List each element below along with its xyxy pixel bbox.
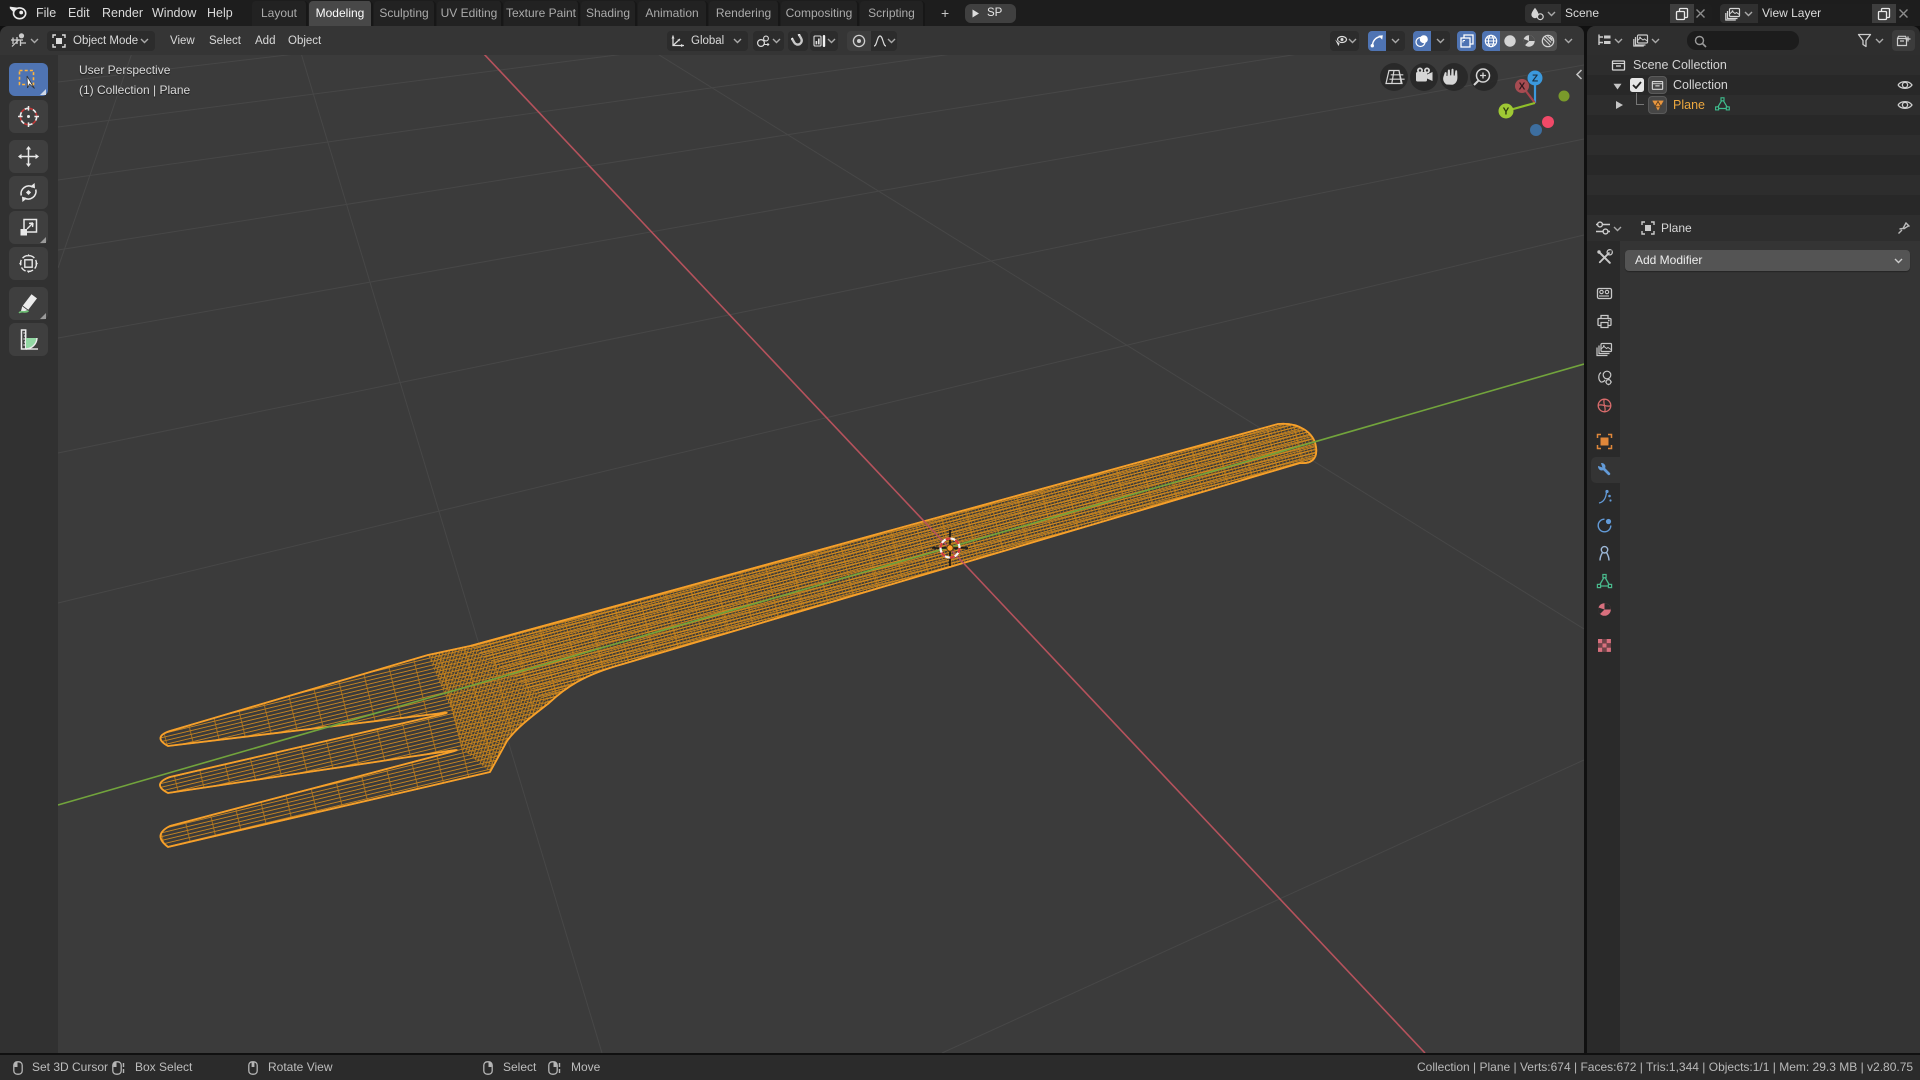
svg-text:Y: Y bbox=[1503, 107, 1510, 118]
svg-text:Z: Z bbox=[1532, 74, 1538, 85]
svg-text:X: X bbox=[1519, 82, 1526, 93]
